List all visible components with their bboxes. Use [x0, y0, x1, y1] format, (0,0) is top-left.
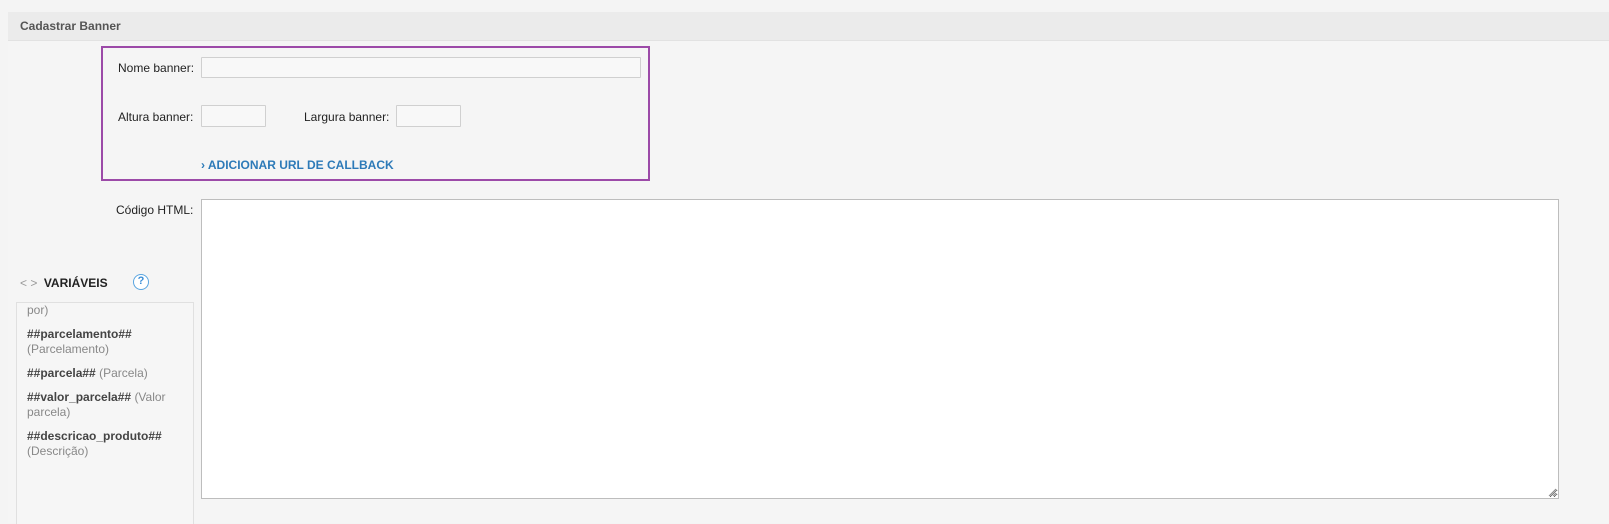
variable-desc: (Parcelamento) [27, 342, 110, 356]
altura-banner-input[interactable] [201, 105, 266, 127]
altura-banner-label: Altura banner: [118, 110, 194, 124]
help-icon[interactable]: ? [133, 274, 149, 290]
variable-item[interactable]: ##valor_parcela## (Valor parcela) [27, 390, 177, 420]
codigo-html-label: Código HTML: [116, 203, 194, 217]
nome-banner-input[interactable] [201, 57, 641, 78]
largura-banner-input[interactable] [396, 105, 461, 127]
variable-item[interactable]: ##descricao_produto## (Descrição) [27, 429, 177, 459]
variable-desc: (Descrição) [27, 444, 89, 458]
variable-item[interactable]: ##parcela## (Parcela) [27, 366, 177, 381]
variable-name: ##descricao_produto## [27, 429, 162, 443]
variables-scrollbar[interactable] [193, 303, 194, 524]
variable-desc: por) [27, 303, 49, 317]
variable-name: ##parcela## [27, 366, 96, 380]
nome-banner-label: Nome banner: [118, 61, 195, 75]
variables-list[interactable]: por) ##parcelamento## (Parcelamento) ##p… [16, 302, 194, 524]
panel-title: Cadastrar Banner [20, 19, 121, 33]
variable-name: ##parcelamento## [27, 327, 132, 341]
adicionar-url-callback-link[interactable]: › ADICIONAR URL DE CALLBACK [201, 158, 394, 172]
code-chevrons-icon: < > [20, 276, 38, 290]
codigo-html-textarea[interactable] [201, 199, 1559, 499]
question-mark-icon: ? [137, 275, 145, 287]
resize-grip-icon[interactable] [1547, 487, 1557, 497]
variaveis-title: VARIÁVEIS [43, 276, 108, 290]
variable-item[interactable]: por) [27, 303, 177, 318]
largura-banner-label: Largura banner: [304, 110, 390, 124]
variable-name: ##valor_parcela## [27, 390, 132, 404]
variable-desc: (Parcela) [99, 366, 148, 380]
variable-item[interactable]: ##parcelamento## (Parcelamento) [27, 327, 177, 357]
variaveis-header[interactable]: < > VARIÁVEIS [20, 274, 108, 292]
panel-header: Cadastrar Banner [8, 12, 1609, 41]
